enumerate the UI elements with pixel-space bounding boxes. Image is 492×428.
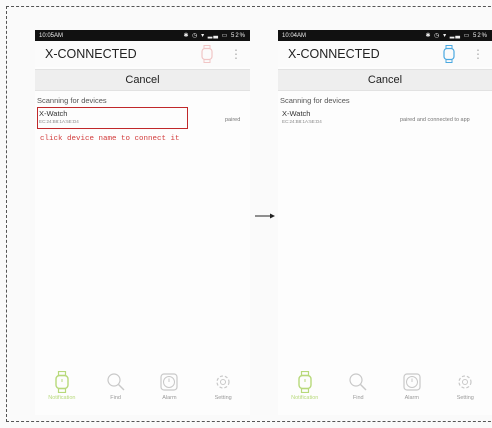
connect-hint: click device name to connect it	[40, 135, 180, 143]
status-bar: 10:04AM ✱ ◷ ▾ ▂▃ ▭ 52%	[278, 30, 492, 41]
device-status: paired	[225, 117, 241, 123]
device-mac: EC:24:B8:1A:5E:D4	[39, 119, 79, 124]
overflow-menu-icon[interactable]: ⋮	[230, 48, 242, 60]
nav-find[interactable]: Find	[92, 371, 140, 401]
nav-label-find: Find	[352, 395, 364, 401]
nav-label-notification: Notification	[291, 395, 319, 401]
search-icon	[349, 373, 367, 391]
status-icons: ✱ ◷ ▾ ▂▃ ▭ 52%	[183, 33, 246, 39]
scanning-label: Scanning for devices	[37, 96, 107, 105]
watch-icon	[298, 371, 312, 393]
device-name[interactable]: X-Watch	[39, 109, 67, 118]
status-time: 10:05AM	[39, 32, 64, 39]
app-title: X-CONNECTED	[288, 47, 380, 61]
cancel-button[interactable]: Cancel	[35, 69, 250, 91]
gear-icon	[216, 375, 230, 389]
device-row[interactable]: X-Watch EC:24:B8:1A:5E:D4 paired and con…	[280, 107, 492, 131]
nav-label-alarm: Alarm	[162, 395, 177, 401]
nav-notification[interactable]: Notification	[38, 371, 86, 401]
app-title: X-CONNECTED	[45, 47, 137, 61]
app-bar: X-CONNECTED ⋮	[278, 41, 492, 67]
watch-icon	[55, 371, 69, 393]
bottom-nav: Notification Find Alarm Setting	[35, 371, 250, 407]
overflow-menu-icon[interactable]: ⋮	[472, 48, 484, 60]
nav-alarm[interactable]: Alarm	[145, 371, 193, 401]
right-arrow-icon	[255, 213, 275, 219]
device-mac: EC:24:B8:1A:5E:D4	[282, 119, 322, 124]
nav-label-notification: Notification	[48, 395, 76, 401]
phone-screen-right: 10:04AM ✱ ◷ ▾ ▂▃ ▭ 52% X-CONNECTED ⋮ Can…	[278, 30, 492, 415]
alarm-clock-icon	[160, 373, 178, 391]
status-bar: 10:05AM ✱ ◷ ▾ ▂▃ ▭ 52%	[35, 30, 250, 41]
nav-label-alarm: Alarm	[404, 395, 419, 401]
bottom-nav: Notification Find Alarm Setting	[278, 371, 492, 407]
status-icons: ✱ ◷ ▾ ▂▃ ▭ 52%	[425, 33, 488, 39]
nav-find[interactable]: Find	[334, 371, 382, 401]
phone-screen-left: 10:05AM ✱ ◷ ▾ ▂▃ ▭ 52% X-CONNECTED ⋮ Can…	[35, 30, 250, 415]
status-time: 10:04AM	[282, 32, 307, 39]
cancel-button[interactable]: Cancel	[278, 69, 492, 91]
nav-label-setting: Setting	[456, 395, 474, 401]
device-name[interactable]: X-Watch	[282, 109, 310, 118]
device-row[interactable]: X-Watch EC:24:B8:1A:5E:D4 paired	[37, 107, 250, 131]
nav-notification[interactable]: Notification	[281, 371, 329, 401]
nav-setting[interactable]: Setting	[199, 371, 247, 401]
watch-connected-icon[interactable]	[442, 45, 456, 63]
alarm-clock-icon	[403, 373, 421, 391]
nav-label-setting: Setting	[214, 395, 232, 401]
watch-icon[interactable]	[200, 45, 214, 63]
battery-level: 52%	[230, 33, 246, 39]
nav-label-find: Find	[110, 395, 121, 401]
scanning-label: Scanning for devices	[280, 96, 350, 105]
nav-alarm[interactable]: Alarm	[388, 371, 436, 401]
battery-level: 52%	[472, 33, 488, 39]
gear-icon	[458, 375, 472, 389]
device-status: paired and connected to app	[400, 117, 470, 123]
nav-setting[interactable]: Setting	[441, 371, 489, 401]
app-bar: X-CONNECTED ⋮	[35, 41, 250, 67]
search-icon	[107, 373, 125, 391]
